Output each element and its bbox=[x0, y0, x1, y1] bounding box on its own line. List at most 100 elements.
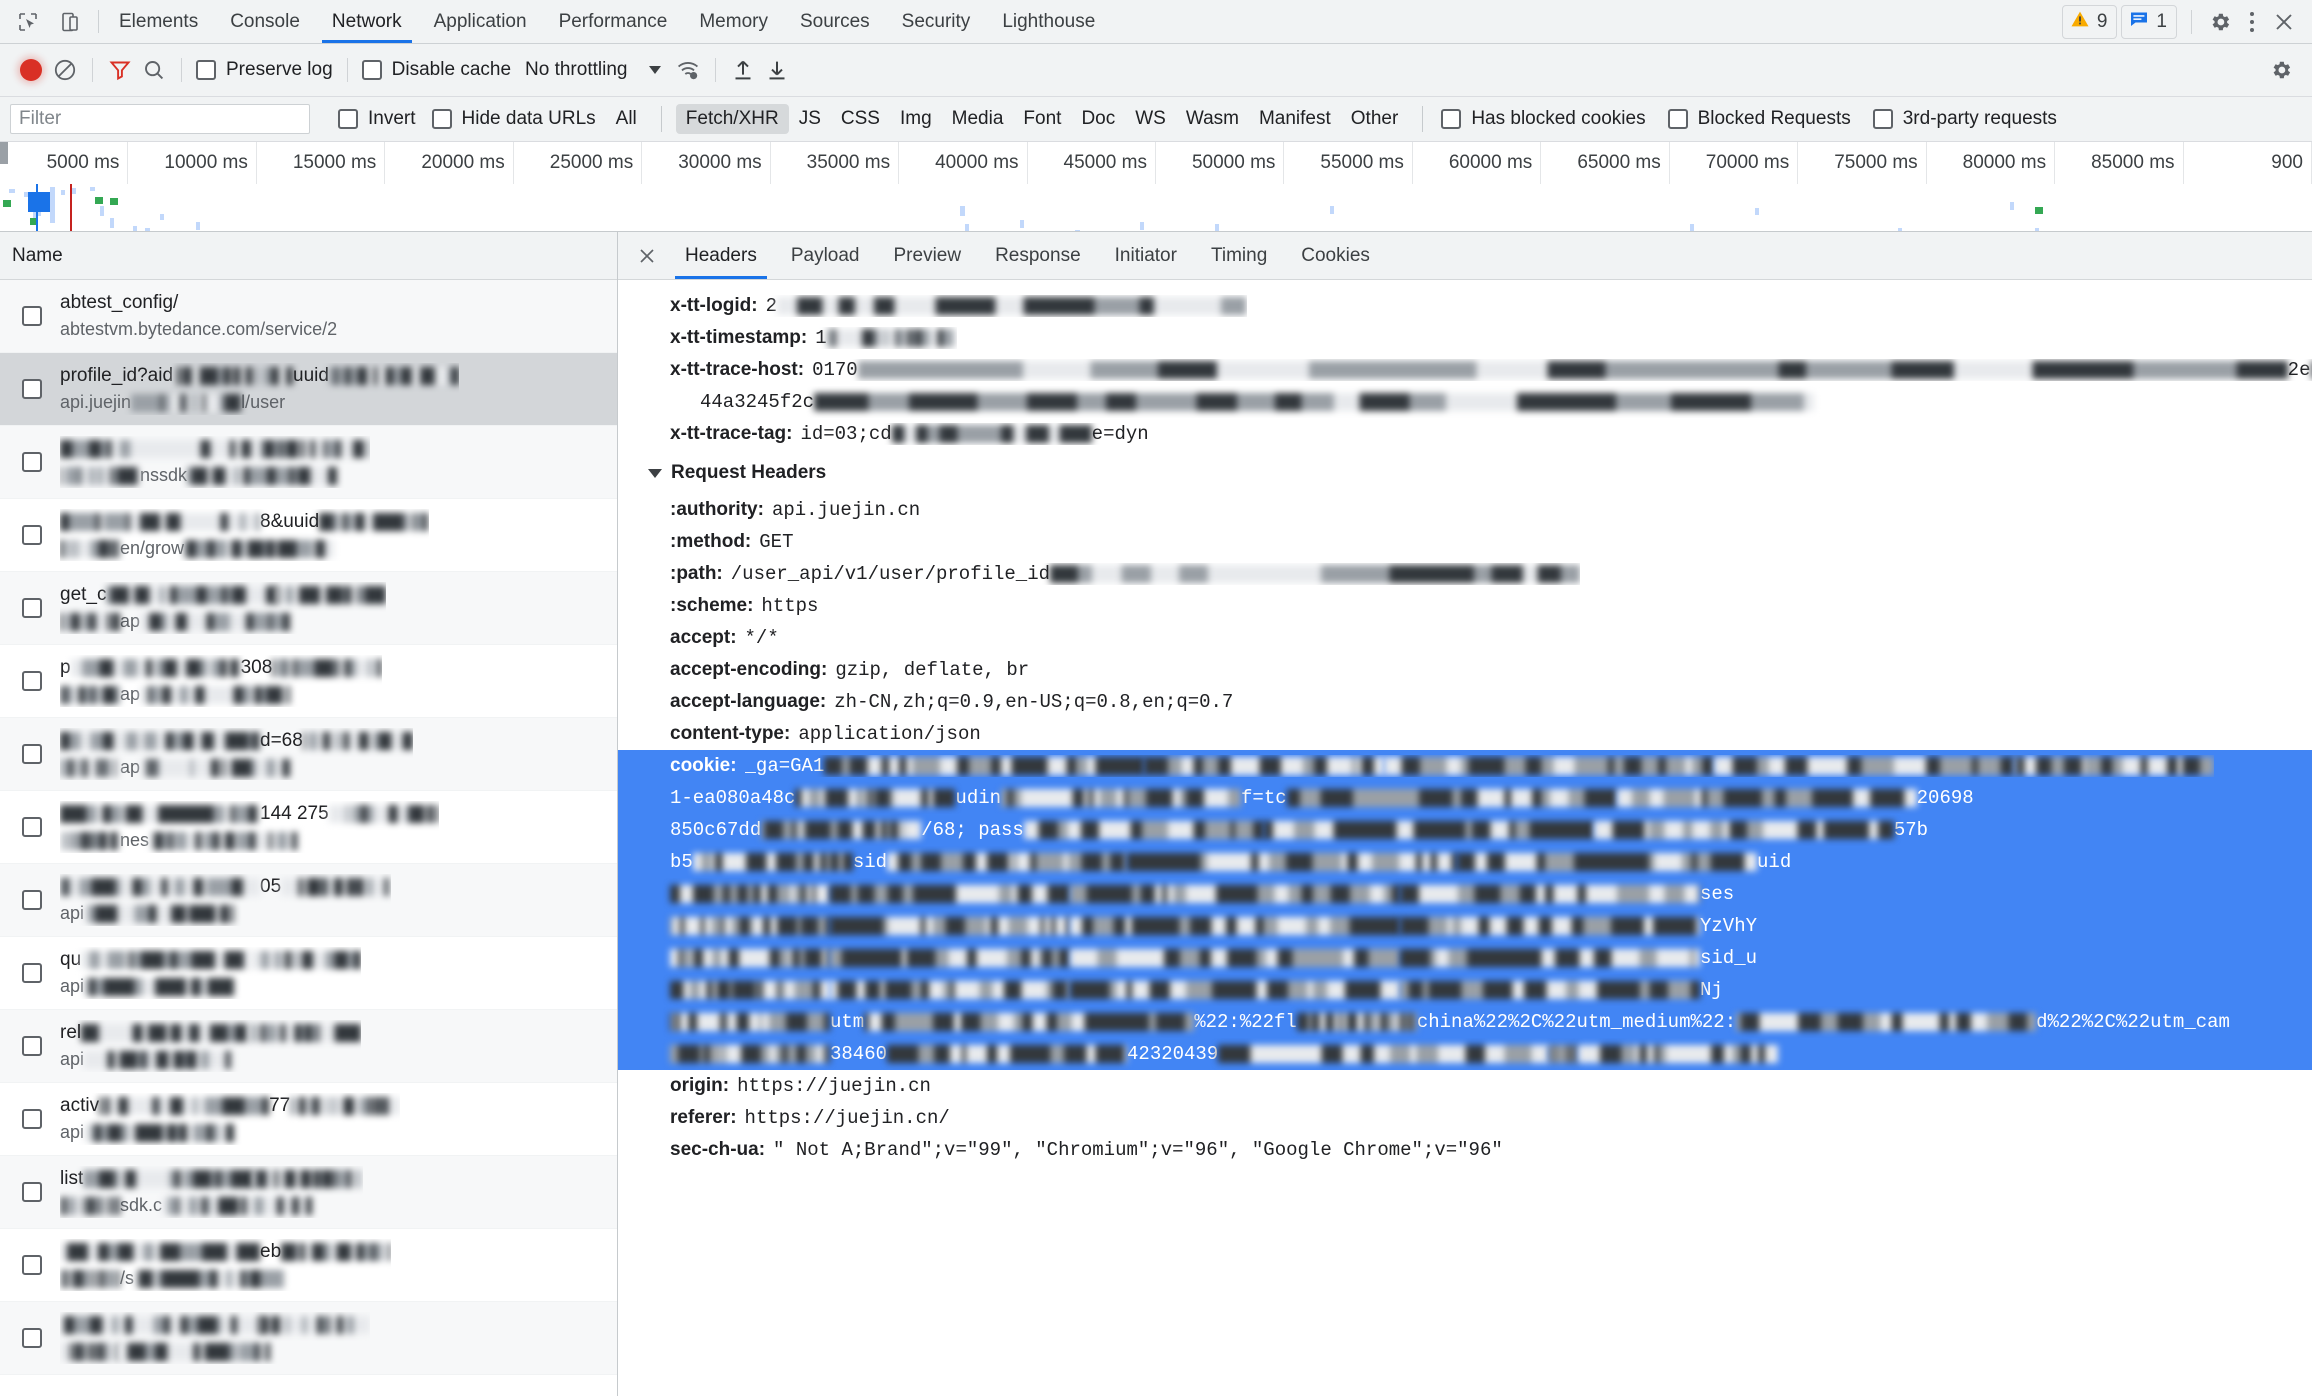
blocked-requests-checkbox[interactable]: Blocked Requests bbox=[1664, 108, 1855, 130]
tab-application[interactable]: Application bbox=[418, 0, 543, 43]
header-line[interactable]: accept-encoding: gzip, deflate, br bbox=[618, 654, 2312, 686]
filter-type-other[interactable]: Other bbox=[1341, 104, 1409, 134]
network-settings-icon[interactable] bbox=[2264, 53, 2298, 87]
checkbox-box[interactable] bbox=[338, 109, 358, 129]
tab-sources[interactable]: Sources bbox=[784, 0, 886, 43]
close-icon[interactable] bbox=[626, 232, 668, 279]
request-checkbox[interactable] bbox=[22, 452, 42, 472]
header-line[interactable]: :scheme: https bbox=[618, 590, 2312, 622]
network-conditions-icon[interactable] bbox=[671, 53, 705, 87]
more-options-icon[interactable] bbox=[2238, 8, 2266, 36]
close-icon[interactable] bbox=[2270, 8, 2298, 36]
tab-memory[interactable]: Memory bbox=[683, 0, 784, 43]
filter-type-all[interactable]: All bbox=[606, 104, 647, 134]
request-checkbox[interactable] bbox=[22, 525, 42, 545]
cookie-line[interactable]: sid_u bbox=[618, 942, 2312, 974]
third-party-requests-checkbox[interactable]: 3rd-party requests bbox=[1869, 108, 2061, 130]
filter-type-doc[interactable]: Doc bbox=[1071, 104, 1125, 134]
request-row[interactable]: 05 api bbox=[0, 864, 617, 937]
preserve-log-checkbox[interactable]: Preserve log bbox=[192, 59, 337, 81]
header-line[interactable]: x-tt-logid: 2 bbox=[618, 290, 2312, 322]
warning-badge[interactable]: 9 bbox=[2061, 4, 2118, 39]
search-button[interactable] bbox=[137, 53, 171, 87]
import-har-icon[interactable] bbox=[726, 53, 760, 87]
cookie-line[interactable]: 850c67dd/68; pass 57b bbox=[618, 814, 2312, 846]
tab-console[interactable]: Console bbox=[214, 0, 316, 43]
tab-lighthouse[interactable]: Lighthouse bbox=[986, 0, 1111, 43]
request-checkbox[interactable] bbox=[22, 817, 42, 837]
checkbox-box[interactable] bbox=[431, 109, 452, 129]
request-row[interactable]: p 308 ap bbox=[0, 645, 617, 718]
request-checkbox[interactable] bbox=[22, 379, 42, 399]
request-checkbox[interactable] bbox=[22, 1182, 42, 1202]
request-row[interactable]: profile_id?aid uuid api.juejin l/user bbox=[0, 353, 617, 426]
request-row[interactable]: eb/s bbox=[0, 1229, 617, 1302]
header-line[interactable]: referer: https://juejin.cn/ bbox=[618, 1102, 2312, 1134]
cookie-line[interactable]: utm %22:%22fl china%22%2C%22utm_medium%22:… bbox=[618, 1006, 2312, 1038]
request-checkbox[interactable] bbox=[22, 1036, 42, 1056]
filter-type-img[interactable]: Img bbox=[890, 104, 942, 134]
disable-cache-checkbox[interactable]: Disable cache bbox=[358, 59, 515, 81]
tab-security[interactable]: Security bbox=[886, 0, 987, 43]
cookie-line[interactable]: cookie: _ga=GA1 bbox=[618, 750, 2312, 782]
header-line[interactable]: accept: */* bbox=[618, 622, 2312, 654]
request-row[interactable]: abtest_config/abtestvm.bytedance.com/ser… bbox=[0, 280, 617, 353]
header-line[interactable]: origin: https://juejin.cn bbox=[618, 1070, 2312, 1102]
gear-icon[interactable] bbox=[2206, 8, 2234, 36]
detail-tab-headers[interactable]: Headers bbox=[668, 232, 774, 279]
filter-type-font[interactable]: Font bbox=[1013, 104, 1071, 134]
request-row[interactable]: get_c ap bbox=[0, 572, 617, 645]
cookie-line[interactable]: 38460 42320439 bbox=[618, 1038, 2312, 1070]
clear-button[interactable] bbox=[48, 53, 82, 87]
detail-tab-cookies[interactable]: Cookies bbox=[1284, 232, 1387, 279]
header-line[interactable]: x-tt-timestamp: 1 bbox=[618, 322, 2312, 354]
request-row[interactable]: 144 275 nes bbox=[0, 791, 617, 864]
filter-type-ws[interactable]: WS bbox=[1125, 104, 1176, 134]
header-line[interactable]: :authority: api.juejin.cn bbox=[618, 494, 2312, 526]
tab-network[interactable]: Network bbox=[316, 0, 418, 43]
checkbox-box[interactable] bbox=[1872, 109, 1893, 129]
request-row[interactable]: d=68 ap bbox=[0, 718, 617, 791]
has-blocked-cookies-checkbox[interactable]: Has blocked cookies bbox=[1437, 108, 1649, 130]
detail-tab-response[interactable]: Response bbox=[978, 232, 1098, 279]
cookie-line[interactable]: ses bbox=[618, 878, 2312, 910]
request-list-panel[interactable]: Name abtest_config/abtestvm.bytedance.co… bbox=[0, 232, 618, 1396]
filter-type-media[interactable]: Media bbox=[942, 104, 1014, 134]
detail-tab-initiator[interactable]: Initiator bbox=[1098, 232, 1194, 279]
detail-tab-timing[interactable]: Timing bbox=[1194, 232, 1284, 279]
header-line[interactable]: accept-language: zh-CN,zh;q=0.9,en-US;q=0… bbox=[618, 686, 2312, 718]
filter-type-fetch-xhr[interactable]: Fetch/XHR bbox=[675, 104, 789, 134]
request-headers-section-toggle[interactable]: Request Headers bbox=[618, 450, 2312, 494]
cookie-line[interactable]: Nj bbox=[618, 974, 2312, 1006]
checkbox-box[interactable] bbox=[1667, 109, 1688, 129]
request-row[interactable]: nssdk bbox=[0, 426, 617, 499]
cookie-header-selected[interactable]: cookie: _ga=GA1 1-ea080a48c udin f=tc 20698 85… bbox=[618, 750, 2312, 1070]
header-line[interactable]: x-tt-trace-host: 01702eebd bbox=[618, 354, 2312, 386]
message-badge[interactable]: 1 bbox=[2121, 4, 2177, 39]
filter-type-js[interactable]: JS bbox=[789, 104, 831, 134]
detail-tab-preview[interactable]: Preview bbox=[877, 232, 979, 279]
request-row[interactable]: activ 77 api bbox=[0, 1083, 617, 1156]
filter-button[interactable] bbox=[103, 53, 137, 87]
header-line[interactable]: x-tt-trace-tag: id=03;cd e=dyn bbox=[618, 418, 2312, 450]
throttling-select[interactable]: No throttling bbox=[515, 59, 671, 81]
invert-checkbox[interactable]: Invert bbox=[334, 108, 420, 130]
checkbox-box[interactable] bbox=[196, 60, 216, 80]
request-checkbox[interactable] bbox=[22, 306, 42, 326]
request-row[interactable] bbox=[0, 1302, 617, 1375]
request-row[interactable]: rel api bbox=[0, 1010, 617, 1083]
request-checkbox[interactable] bbox=[22, 744, 42, 764]
detail-tab-payload[interactable]: Payload bbox=[774, 232, 877, 279]
filter-type-css[interactable]: CSS bbox=[831, 104, 890, 134]
header-line[interactable]: sec-ch-ua: " Not A;Brand";v="99", "Chromi… bbox=[618, 1134, 2312, 1166]
request-checkbox[interactable] bbox=[22, 671, 42, 691]
cookie-line[interactable]: YzVhY bbox=[618, 910, 2312, 942]
request-checkbox[interactable] bbox=[22, 963, 42, 983]
cookie-line[interactable]: b5 sid uid bbox=[618, 846, 2312, 878]
header-line[interactable]: content-type: application/json bbox=[618, 718, 2312, 750]
request-row[interactable]: list sdk.c bbox=[0, 1156, 617, 1229]
filter-type-manifest[interactable]: Manifest bbox=[1249, 104, 1341, 134]
request-checkbox[interactable] bbox=[22, 1255, 42, 1275]
tab-elements[interactable]: Elements bbox=[103, 0, 214, 43]
record-button[interactable] bbox=[14, 53, 48, 87]
